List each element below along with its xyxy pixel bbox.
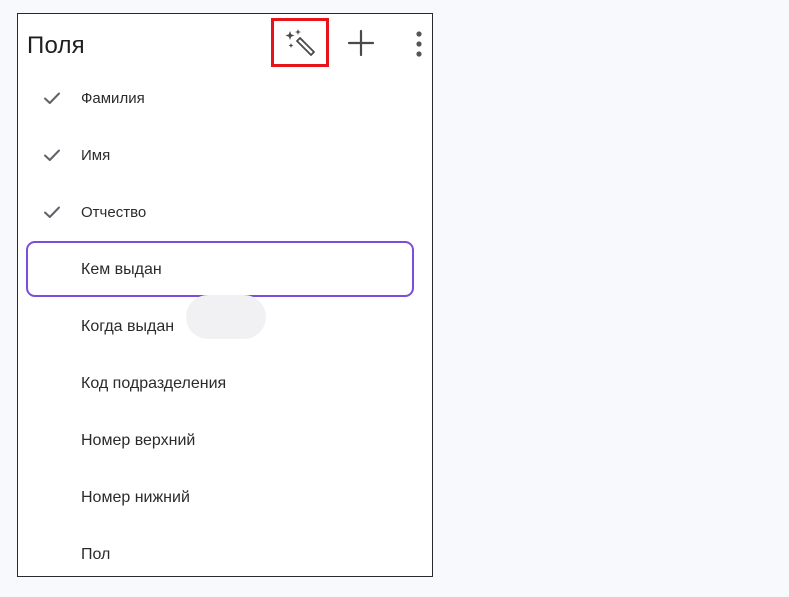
field-label: Номер нижний [81,489,190,506]
magic-wand-icon [285,28,315,56]
check-icon [44,149,60,161]
panel-header: Поля [18,14,432,78]
list-item[interactable]: Отчество [18,184,432,241]
list-item[interactable]: Номер верхний [18,412,432,469]
check-icon [44,92,60,104]
field-label: Отчество [81,204,147,221]
magic-wand-button[interactable] [271,18,329,67]
check-icon [44,206,60,218]
list-item[interactable]: Номер нижний [18,469,432,526]
list-item[interactable]: Имя [18,127,432,184]
field-label: Номер верхний [81,432,196,449]
list-item[interactable]: Код подразделения [18,355,432,412]
list-item[interactable]: Фамилия [18,70,432,127]
add-field-button[interactable] [345,27,377,59]
field-label: Имя [81,147,111,164]
more-vertical-icon [416,31,422,57]
panel-title: Поля [27,32,85,59]
more-options-button[interactable] [407,27,431,61]
field-label: Код подразделения [81,375,227,392]
plus-icon [347,29,375,57]
field-label: Когда выдан [81,318,175,335]
field-label: Кем выдан [81,261,162,278]
list-item[interactable]: Пол [18,526,432,583]
hover-highlight [186,295,266,339]
list-item[interactable]: Кем выдан [18,241,432,298]
fields-panel: Поля Фамилия Имя Отчество Кем выдан Когд… [17,13,433,577]
field-label: Пол [81,546,111,563]
field-label: Фамилия [81,90,145,107]
